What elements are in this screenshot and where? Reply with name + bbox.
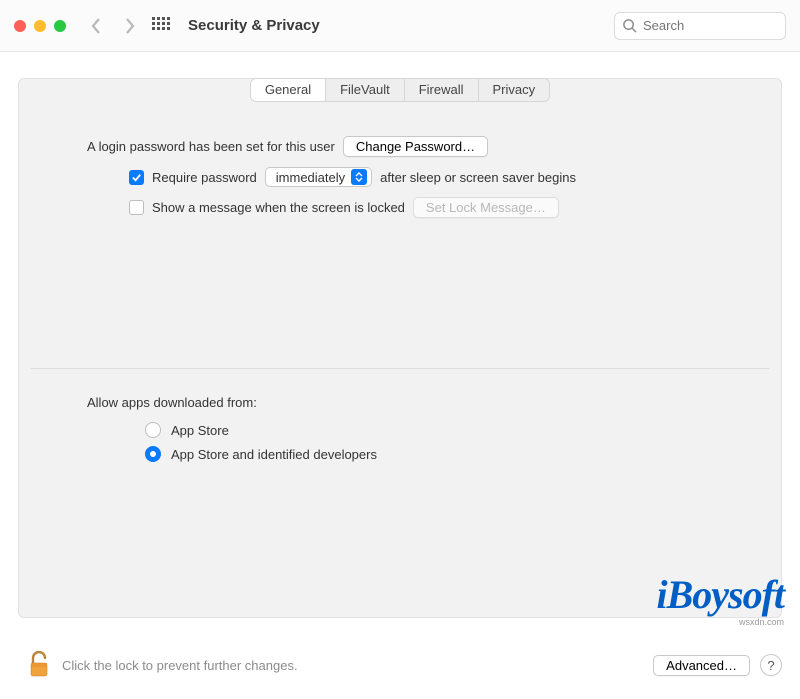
set-lock-message-button: Set Lock Message… <box>413 197 559 218</box>
radio-app-store-row: App Store <box>145 422 721 438</box>
toolbar: Security & Privacy <box>0 0 800 52</box>
allow-apps-label: Allow apps downloaded from: <box>87 395 721 410</box>
search-icon <box>622 18 637 33</box>
login-password-row: A login password has been set for this u… <box>87 136 721 157</box>
tab-bar: General FileVault Firewall Privacy <box>250 78 550 102</box>
tab-filevault[interactable]: FileVault <box>326 79 405 101</box>
tab-privacy[interactable]: Privacy <box>479 79 550 101</box>
help-button[interactable]: ? <box>760 654 782 676</box>
show-message-label: Show a message when the screen is locked <box>152 200 405 215</box>
require-password-row: Require password immediately after sleep… <box>129 167 721 187</box>
show-all-icon[interactable] <box>152 17 170 35</box>
close-window-icon[interactable] <box>14 20 26 32</box>
preferences-pane: General FileVault Firewall Privacy A log… <box>18 78 782 618</box>
lock-icon[interactable] <box>28 651 50 680</box>
login-password-text: A login password has been set for this u… <box>87 139 335 154</box>
chevron-updown-icon <box>351 169 367 185</box>
require-password-checkbox[interactable] <box>129 170 144 185</box>
general-section: A login password has been set for this u… <box>19 102 781 218</box>
minimize-window-icon[interactable] <box>34 20 46 32</box>
show-message-checkbox[interactable] <box>129 200 144 215</box>
require-password-delay-select[interactable]: immediately <box>265 167 372 187</box>
footer: Click the lock to prevent further change… <box>0 639 800 699</box>
back-button[interactable] <box>88 17 104 35</box>
forward-button[interactable] <box>122 17 138 35</box>
watermark-logo: iBoysoft <box>656 575 784 615</box>
radio-identified-label: App Store and identified developers <box>171 447 377 462</box>
radio-app-store-label: App Store <box>171 423 229 438</box>
zoom-window-icon[interactable] <box>54 20 66 32</box>
window-controls <box>14 20 66 32</box>
tab-general[interactable]: General <box>251 79 326 101</box>
require-password-tail: after sleep or screen saver begins <box>380 170 576 185</box>
tab-firewall[interactable]: Firewall <box>405 79 479 101</box>
search-field-wrap <box>614 12 786 40</box>
window-title: Security & Privacy <box>188 17 320 34</box>
advanced-button[interactable]: Advanced… <box>653 655 750 676</box>
require-password-delay-value: immediately <box>276 170 345 185</box>
require-password-label: Require password <box>152 170 257 185</box>
lock-text: Click the lock to prevent further change… <box>62 658 298 673</box>
radio-app-store[interactable] <box>145 422 161 438</box>
nav-arrows <box>88 17 138 35</box>
show-message-row: Show a message when the screen is locked… <box>129 197 721 218</box>
watermark-attribution: wsxdn.com <box>739 617 784 627</box>
footer-right: Advanced… ? <box>653 654 782 676</box>
radio-identified-row: App Store and identified developers <box>145 446 721 462</box>
change-password-button[interactable]: Change Password… <box>343 136 488 157</box>
search-input[interactable] <box>614 12 786 40</box>
radio-identified-developers[interactable] <box>145 446 161 462</box>
allow-apps-section: Allow apps downloaded from: App Store Ap… <box>19 369 781 462</box>
